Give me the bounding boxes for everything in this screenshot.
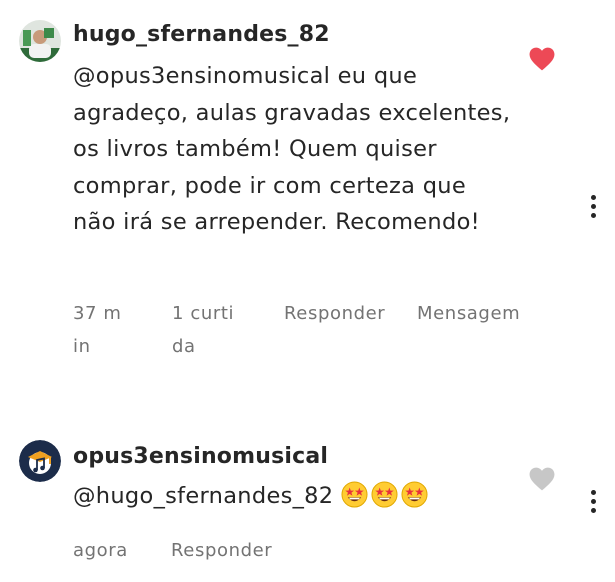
comment-text: @opus3ensinomusical eu que agradeço, aul… — [73, 63, 511, 235]
comment-username[interactable]: hugo_sfernandes_82 — [73, 22, 330, 47]
avatar[interactable] — [19, 20, 61, 62]
comment-text-row: @hugo_sfernandes_82 — [73, 478, 513, 515]
emoji-group — [341, 481, 431, 509]
comment-username[interactable]: opus3ensinomusical — [73, 444, 328, 469]
liked-heart-icon[interactable] — [529, 47, 555, 71]
star-struck-emoji — [401, 481, 428, 508]
more-options-icon[interactable] — [590, 195, 596, 223]
message-button[interactable]: Mensagem — [417, 297, 529, 330]
comment-text: @hugo_sfernandes_82 — [73, 483, 334, 509]
more-options-icon[interactable] — [590, 490, 596, 518]
unliked-heart-icon[interactable] — [529, 467, 555, 491]
star-struck-emoji — [371, 481, 398, 508]
avatar[interactable] — [19, 440, 61, 482]
star-struck-emoji — [341, 481, 368, 508]
comment-timestamp: agora — [73, 540, 128, 561]
reply-button[interactable]: Responder — [171, 534, 301, 567]
reply-button[interactable]: Responder — [284, 297, 388, 330]
comment-likes-count[interactable]: 1 curtida — [172, 297, 242, 363]
comment-timestamp: 37 min — [73, 303, 122, 357]
